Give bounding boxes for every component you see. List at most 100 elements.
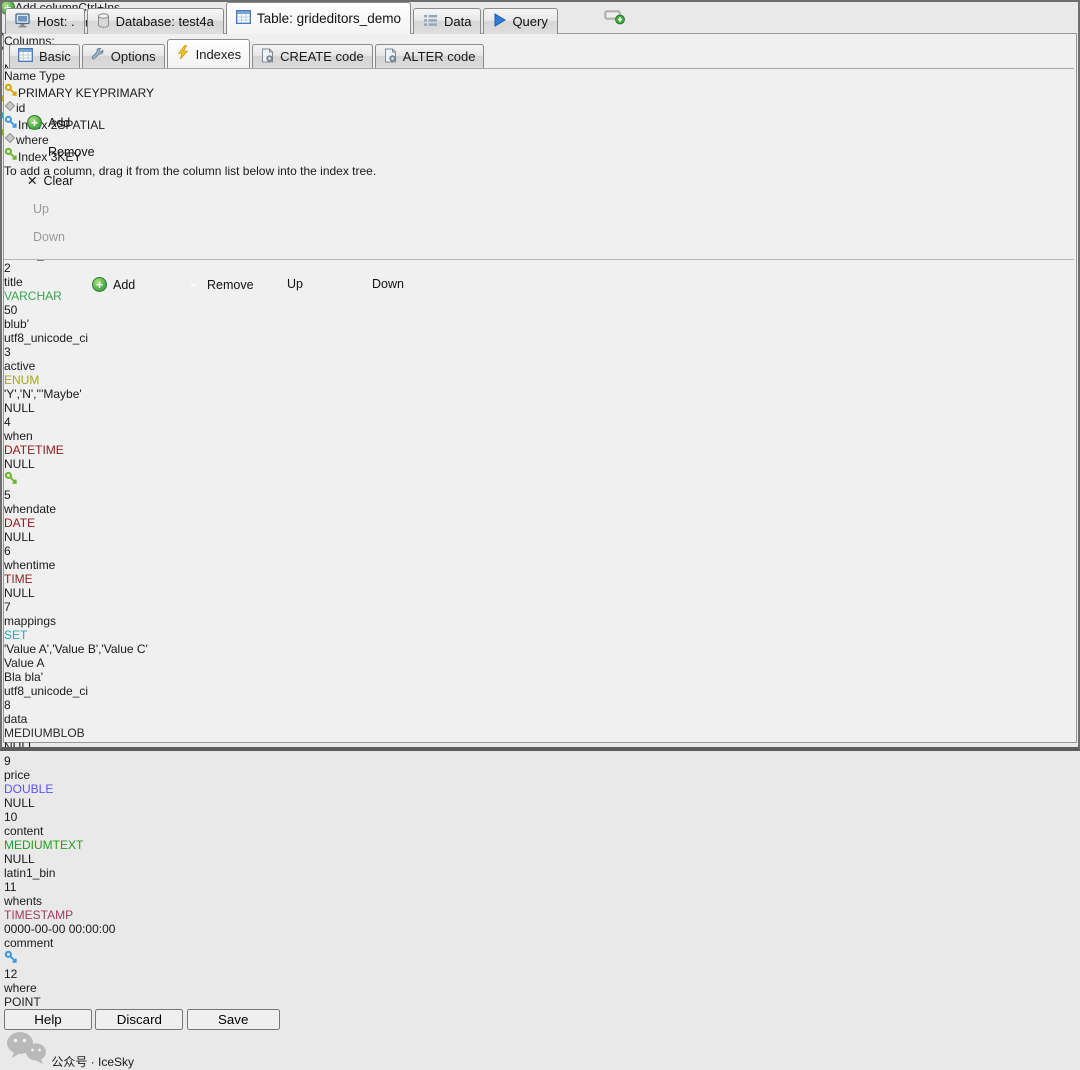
column-row-price[interactable]: 9priceDOUBLENULL bbox=[4, 754, 1076, 810]
cell-datatype[interactable]: MEDIUMTEXT bbox=[4, 838, 136, 852]
data-icon bbox=[423, 14, 438, 30]
subtab-options[interactable]: Options bbox=[82, 44, 165, 68]
diamond bbox=[4, 101, 16, 115]
tab-data[interactable]: Data bbox=[413, 8, 481, 34]
cell-name[interactable]: mappings bbox=[4, 614, 96, 628]
cell-datatype[interactable]: SET bbox=[4, 628, 136, 642]
index-clear-button[interactable]: ✕Clear bbox=[27, 173, 73, 188]
cell-default[interactable]: NULL bbox=[4, 852, 161, 866]
cell-name[interactable]: where bbox=[4, 981, 96, 995]
query-icon bbox=[493, 13, 506, 30]
subtab-create-code[interactable]: CREATE code bbox=[252, 44, 373, 68]
cell-default[interactable]: NULL bbox=[4, 796, 161, 810]
column-row-when[interactable]: 4whenDATETIMENULL bbox=[4, 415, 1076, 471]
tab-database-test4a[interactable]: Database: test4a bbox=[87, 8, 224, 34]
cell-collation[interactable]: latin1_bin bbox=[4, 866, 179, 880]
tree-row-label: PRIMARY KEY bbox=[18, 86, 100, 100]
cell-datatype[interactable]: ENUM bbox=[4, 373, 136, 387]
table-icon bbox=[18, 48, 33, 65]
cell-default[interactable]: NULL bbox=[4, 401, 161, 415]
column-row-where[interactable]: 12wherePOINT bbox=[4, 950, 1076, 1009]
subtab-basic[interactable]: Basic bbox=[9, 44, 80, 68]
cell-default[interactable]: NULL bbox=[4, 457, 161, 471]
cell-name[interactable]: whents bbox=[4, 894, 96, 908]
cell-length[interactable]: 'Y','N','''Maybe' bbox=[4, 387, 194, 401]
row-number: 5 bbox=[4, 488, 30, 502]
cell-name[interactable]: data bbox=[4, 712, 96, 726]
watermark-text: 公众号 · IceSky bbox=[51, 1055, 134, 1069]
index-tree-row[interactable]: id bbox=[4, 100, 1074, 115]
index-add-button[interactable]: +Add bbox=[27, 115, 70, 130]
wrench-icon bbox=[91, 48, 105, 65]
button-label: Up bbox=[287, 277, 303, 291]
columns-up-button[interactable]: Up bbox=[281, 277, 303, 291]
column-row-title[interactable]: 2titleVARCHAR50blub'utf8_unicode_ci bbox=[4, 261, 1076, 345]
cell-datatype[interactable]: DOUBLE bbox=[4, 782, 136, 796]
cell-default[interactable]: NULL bbox=[4, 740, 161, 754]
row-number: 3 bbox=[4, 345, 30, 359]
tab-host-[interactable]: Host: . bbox=[5, 8, 85, 34]
column-row-data[interactable]: 8dataMEDIUMBLOBNULL bbox=[4, 698, 1076, 754]
columns-add-button[interactable]: +Add bbox=[92, 277, 135, 292]
index-tree-row[interactable]: Index 3KEY bbox=[4, 147, 1074, 164]
discard-button[interactable]: Discard bbox=[95, 1009, 183, 1030]
column-row-content[interactable]: 10contentMEDIUMTEXTNULLlatin1_bin bbox=[4, 810, 1076, 880]
tree-col-type: Type bbox=[39, 69, 65, 83]
tab-query[interactable]: Query bbox=[483, 8, 557, 34]
cell-default[interactable]: blub' bbox=[4, 317, 161, 331]
cell-name[interactable]: active bbox=[4, 359, 96, 373]
cell-length[interactable]: 50 bbox=[4, 303, 194, 317]
index-tree-row[interactable]: PRIMARY KEYPRIMARY bbox=[4, 83, 1074, 100]
cell-comment[interactable]: comment bbox=[4, 936, 87, 950]
column-row-whents[interactable]: 11whentsTIMESTAMP0000-00-00 00:00:00comm… bbox=[4, 880, 1076, 950]
key-gold-icon bbox=[4, 86, 18, 100]
new-connection-icon[interactable] bbox=[604, 7, 626, 25]
cell-name[interactable]: whentime bbox=[4, 558, 96, 572]
cell-datatype[interactable]: DATE bbox=[4, 516, 136, 530]
cell-default[interactable]: 0000-00-00 00:00:00 bbox=[4, 922, 161, 936]
index-remove-button[interactable]: −Remove bbox=[27, 144, 95, 159]
column-row-whentime[interactable]: 6whentimeTIMENULL bbox=[4, 544, 1076, 600]
index-tree-row[interactable]: where bbox=[4, 132, 1074, 147]
row-number: 7 bbox=[4, 600, 30, 614]
subtab-indexes[interactable]: Indexes bbox=[167, 39, 251, 68]
tab-table-grideditors-demo[interactable]: Table: grideditors_demo bbox=[226, 2, 411, 34]
cell-name[interactable]: whendate bbox=[4, 502, 96, 516]
cell-comment[interactable]: Bla bla' bbox=[4, 670, 87, 684]
sub-tab-strip: BasicOptionsIndexesCREATE code ALTER code bbox=[9, 39, 484, 68]
index-tree: Name Type PRIMARY KEYPRIMARYidIndex 2SPA… bbox=[4, 69, 1074, 164]
cell-default[interactable]: Value A bbox=[4, 656, 161, 670]
cell-length[interactable]: 'Value A','Value B','Value C' bbox=[4, 642, 194, 656]
key-green-icon bbox=[4, 150, 18, 164]
cell-datatype[interactable]: TIME bbox=[4, 572, 136, 586]
column-row-active[interactable]: 3activeENUM'Y','N','''Maybe'NULL bbox=[4, 345, 1076, 415]
cell-name[interactable]: content bbox=[4, 824, 96, 838]
help-button[interactable]: Help bbox=[4, 1009, 92, 1030]
key-blue-icon bbox=[4, 118, 18, 132]
cell-collation[interactable]: utf8_unicode_ci bbox=[4, 684, 179, 698]
cell-datatype[interactable]: MEDIUMBLOB bbox=[4, 726, 136, 740]
cell-name[interactable]: price bbox=[4, 768, 96, 782]
row-number: 8 bbox=[4, 698, 30, 712]
cell-name[interactable]: when bbox=[4, 429, 96, 443]
tab-label: ALTER code bbox=[403, 49, 476, 64]
cell-datatype[interactable]: DATETIME bbox=[4, 443, 136, 457]
columns-down-button[interactable]: Down bbox=[366, 277, 404, 291]
cell-name[interactable]: title bbox=[4, 275, 96, 289]
index-up-button[interactable]: Up bbox=[27, 202, 49, 216]
cell-default[interactable]: NULL bbox=[4, 530, 161, 544]
index-tree-row[interactable]: Index 2SPATIAL bbox=[4, 115, 1074, 132]
cell-datatype[interactable]: TIMESTAMP bbox=[4, 908, 136, 922]
cell-collation[interactable]: utf8_unicode_ci bbox=[4, 331, 179, 345]
tab-label: Database: test4a bbox=[116, 14, 214, 29]
columns-remove-button[interactable]: −Remove bbox=[186, 277, 254, 292]
key-blue-icon bbox=[4, 953, 18, 967]
subtab-alter-code[interactable]: ALTER code bbox=[375, 44, 485, 68]
index-down-button[interactable]: Down bbox=[27, 230, 65, 244]
cell-datatype[interactable]: POINT bbox=[4, 995, 136, 1009]
column-row-mappings[interactable]: 7mappingsSET'Value A','Value B','Value C… bbox=[4, 600, 1076, 698]
cell-default[interactable]: NULL bbox=[4, 586, 161, 600]
row-number: 6 bbox=[4, 544, 30, 558]
column-row-whendate[interactable]: 5whendateDATENULL bbox=[4, 471, 1076, 544]
save-button[interactable]: Save bbox=[187, 1009, 280, 1030]
